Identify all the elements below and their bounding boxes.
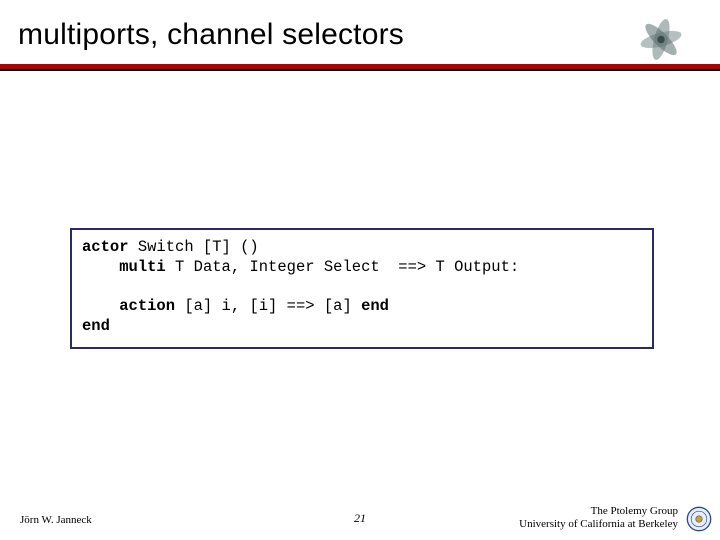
keyword-action: action [119,297,175,315]
code-text: [a] i, [i] ==> [a] [175,297,361,315]
slide: multiports, channel selectors actor Swit… [0,0,720,540]
keyword-end-inline: end [361,297,389,315]
code-indent [82,258,119,276]
keyword-actor: actor [82,238,129,256]
keyword-end: end [82,317,110,335]
page-title: multiports, channel selectors [18,18,404,52]
code-listing: actor Switch [T] () multi T Data, Intege… [82,238,642,337]
propeller-logo [630,6,692,68]
code-box: actor Switch [T] () multi T Data, Intege… [70,228,654,349]
footer-affiliation: The Ptolemy Group University of Californ… [519,505,678,533]
keyword-multi: multi [119,258,166,276]
code-indent [82,297,119,315]
code-text: T Data, Integer Select ==> T Output: [166,258,519,276]
title-rule-black [0,69,720,71]
footer-university: University of California at Berkeley [519,518,678,532]
code-text: Switch [T] () [129,238,259,256]
university-seal-icon [686,506,712,532]
footer-group: The Ptolemy Group [519,505,678,519]
